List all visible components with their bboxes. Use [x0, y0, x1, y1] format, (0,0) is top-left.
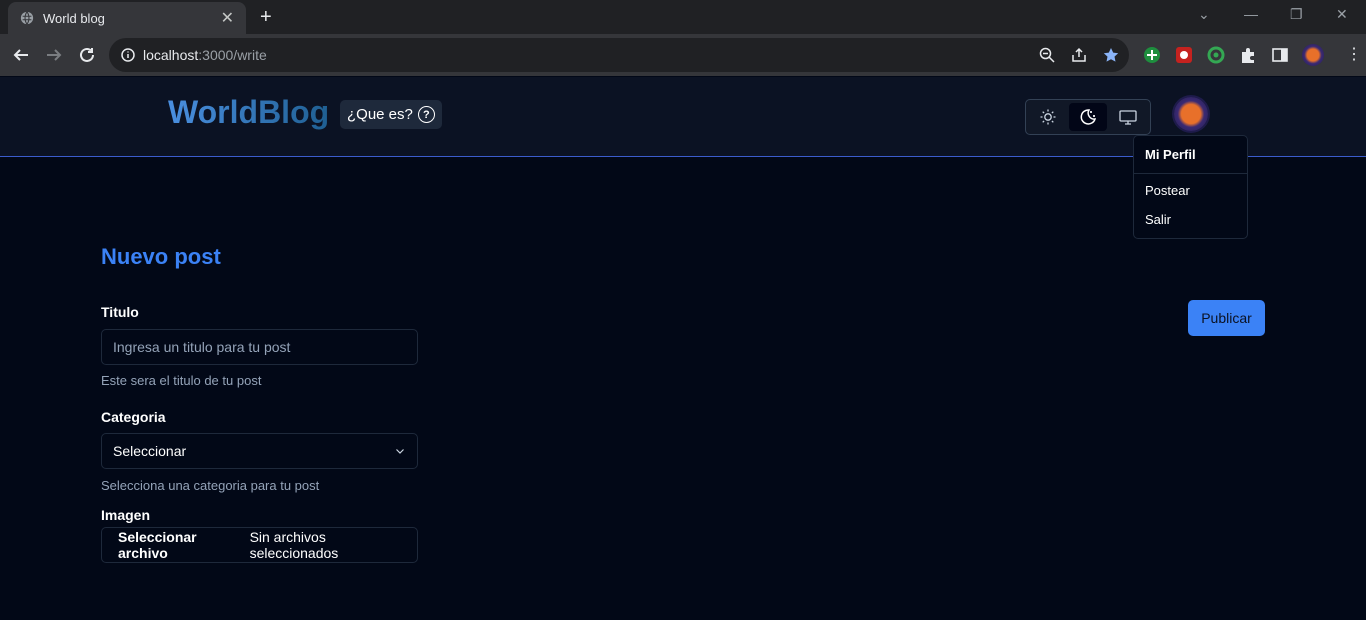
restore-icon[interactable]: ❐ [1290, 6, 1303, 23]
theme-system-button[interactable] [1109, 103, 1147, 131]
site-info-icon[interactable] [121, 48, 135, 62]
menu-item-postear[interactable]: Postear [1145, 183, 1190, 198]
monitor-icon [1119, 110, 1137, 125]
browser-menu-icon[interactable]: ⋮ [1346, 46, 1364, 64]
menu-separator [1134, 173, 1247, 174]
minimize-icon[interactable]: — [1244, 6, 1258, 22]
publish-button[interactable]: Publicar [1188, 300, 1265, 336]
close-tab-icon[interactable]: ✕ [221, 8, 234, 28]
side-panel-icon[interactable] [1271, 46, 1289, 64]
image-label: Imagen [101, 507, 151, 523]
profile-avatar-icon[interactable] [1302, 44, 1324, 66]
globe-icon [20, 11, 34, 25]
question-icon: ? [417, 106, 435, 123]
share-icon[interactable] [1071, 47, 1087, 63]
browser-tabbar: World blog ✕ + ⌄ — ❐ ✕ [0, 0, 1366, 34]
reload-icon[interactable] [75, 43, 99, 67]
back-icon[interactable] [9, 43, 33, 67]
address-bar[interactable]: localhost:3000/write [109, 38, 1129, 72]
bookmark-star-icon[interactable] [1103, 47, 1119, 63]
theme-toggle-group [1025, 99, 1151, 135]
extensions-puzzle-icon[interactable] [1239, 46, 1257, 64]
category-value: Seleccionar [113, 443, 187, 459]
user-dropdown-menu: Mi Perfil Postear Salir [1133, 135, 1248, 239]
image-file-input[interactable]: Seleccionar archivo Sin archivos selecci… [101, 527, 418, 563]
tab-search-icon[interactable]: ⌄ [1198, 6, 1210, 23]
title-placeholder: Ingresa un titulo para tu post [113, 339, 291, 355]
theme-light-button[interactable] [1029, 103, 1067, 131]
new-tab-icon[interactable]: + [260, 6, 272, 29]
zoom-icon[interactable] [1039, 47, 1055, 63]
theme-dark-button[interactable] [1069, 103, 1107, 131]
choose-file-button[interactable]: Seleccionar archivo [118, 529, 241, 561]
extension-red-icon[interactable] [1175, 46, 1193, 64]
menu-item-salir[interactable]: Salir [1145, 212, 1171, 227]
title-label: Titulo [101, 304, 139, 320]
extension-ring-icon[interactable] [1207, 46, 1225, 64]
chevron-down-icon [396, 449, 404, 454]
whatis-label: ¿Que es? [347, 106, 413, 123]
title-input[interactable]: Ingresa un titulo para tu post [101, 329, 418, 365]
browser-toolbar: localhost:3000/write ⋮ [0, 34, 1366, 76]
title-help: Este sera el titulo de tu post [101, 373, 262, 388]
moon-icon [1080, 109, 1097, 125]
menu-label: Mi Perfil [1145, 147, 1196, 162]
user-avatar[interactable] [1174, 97, 1208, 131]
brand-logo[interactable]: WorldBlog [168, 94, 329, 131]
category-label: Categoria [101, 409, 166, 425]
url-path: :3000/write [198, 47, 267, 63]
file-status: Sin archivos seleccionados [249, 529, 339, 561]
category-help: Selecciona una categoria para tu post [101, 478, 320, 493]
url-host: localhost [143, 47, 199, 63]
sun-icon [1040, 109, 1056, 125]
tab-title: World blog [43, 10, 105, 26]
browser-tab[interactable]: World blog ✕ [8, 2, 246, 34]
category-select[interactable]: Seleccionar [101, 433, 418, 469]
window-close-icon[interactable]: ✕ [1336, 6, 1348, 23]
extension-plus-icon[interactable] [1143, 46, 1161, 64]
whatis-button[interactable]: ¿Que es? ? [340, 100, 442, 129]
forward-icon[interactable] [42, 43, 66, 67]
page-title: Nuevo post [101, 244, 221, 269]
